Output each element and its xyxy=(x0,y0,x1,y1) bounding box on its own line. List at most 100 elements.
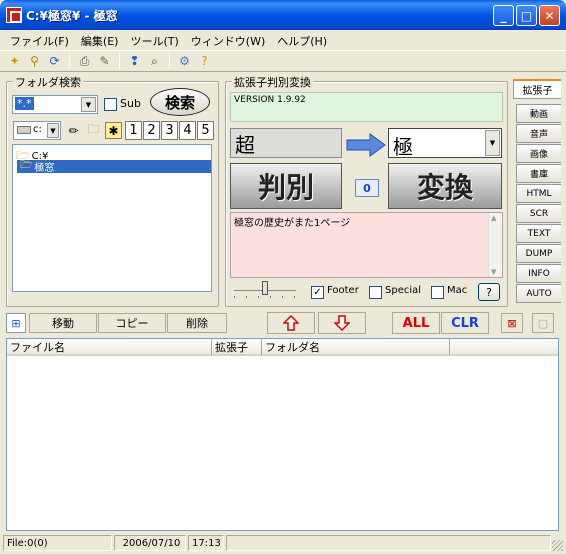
remove-icon[interactable]: ⊠ xyxy=(501,313,523,333)
menu-bar: ファイル(F) 編集(E) ツール(T) ウィンドウ(W) ヘルプ(H) xyxy=(0,30,566,50)
folder-icon[interactable]: 🗀 xyxy=(85,122,102,139)
version-display: VERSION 1.9.92 xyxy=(230,92,503,122)
tab-dump[interactable]: DUMP xyxy=(516,244,561,263)
chevron-down-icon[interactable]: ▼ xyxy=(485,130,500,156)
tab-strip: 拡張子 動画 音声 画像 書庫 HTML SCR TEXT DUMP INFO … xyxy=(513,79,561,307)
print-icon[interactable]: ⎙ xyxy=(76,53,93,70)
preview-icon[interactable]: ▢ xyxy=(532,313,554,333)
move-down-button[interactable] xyxy=(318,312,366,334)
help-button[interactable]: ? xyxy=(478,283,500,301)
scroll-up-icon[interactable]: ▲ xyxy=(491,214,496,222)
tab-auto[interactable]: AUTO xyxy=(516,284,561,303)
app-icon xyxy=(6,7,22,23)
menu-edit[interactable]: 編集(E) xyxy=(75,30,125,50)
preset-2-button[interactable]: 2 xyxy=(143,121,160,140)
chevron-down-icon[interactable]: ▼ xyxy=(81,97,96,112)
tab-video[interactable]: 動画 xyxy=(516,104,561,123)
tab-info[interactable]: INFO xyxy=(516,264,561,283)
toolbar-separator xyxy=(69,53,70,69)
special-checkbox[interactable] xyxy=(369,286,382,299)
tab-text[interactable]: TEXT xyxy=(516,224,561,243)
arrow-down-icon xyxy=(334,315,350,331)
window-title: C:¥極窓¥ - 極窓 xyxy=(26,9,118,23)
folder-tree[interactable]: 🗁 C:¥ 🗁 極窓 xyxy=(12,144,212,292)
add-icon[interactable]: ⊞ xyxy=(6,313,26,333)
judge-button[interactable]: 判別 xyxy=(230,163,342,209)
select-all-button[interactable]: ALL xyxy=(392,312,440,334)
preset-1-button[interactable]: 1 xyxy=(125,121,142,140)
status-files: File:0(0) xyxy=(3,535,112,551)
move-button[interactable]: 移動 xyxy=(29,313,97,333)
tab-html[interactable]: HTML xyxy=(516,184,561,203)
status-date: 2006/07/10 xyxy=(114,535,186,551)
settings-icon[interactable]: ⚙ xyxy=(176,53,193,70)
pattern-combo[interactable]: *.* ▼ xyxy=(12,95,98,114)
tab-extension[interactable]: 拡張子 xyxy=(513,79,561,99)
info-icon[interactable]: ❢ xyxy=(126,53,143,70)
preset-5-button[interactable]: 5 xyxy=(197,121,214,140)
tab-scr[interactable]: SCR xyxy=(516,204,561,223)
footer-checkbox[interactable]: ✓ xyxy=(311,286,324,299)
target-combo[interactable]: 極 ▼ xyxy=(388,128,502,159)
from-text: 超 xyxy=(230,128,342,158)
drive-combo[interactable]: c: ▼ xyxy=(13,121,61,140)
refresh-icon[interactable]: ⟳ xyxy=(46,53,63,70)
column-filename[interactable]: ファイル名 xyxy=(7,339,212,356)
chevron-down-icon[interactable]: ▼ xyxy=(47,123,59,138)
sub-checkbox[interactable] xyxy=(104,98,117,111)
menu-tools[interactable]: ツール(T) xyxy=(124,30,184,50)
tab-audio[interactable]: 音声 xyxy=(516,124,561,143)
file-list[interactable]: ファイル名 拡張子 フォルダ名 xyxy=(6,338,559,531)
arrow-right-icon xyxy=(346,133,386,157)
move-up-button[interactable] xyxy=(267,312,315,334)
tree-item-label: 極窓 xyxy=(34,163,55,174)
toolbar-separator xyxy=(119,53,120,69)
minimize-button[interactable]: _ xyxy=(493,5,514,26)
pencil-icon[interactable]: ✏ xyxy=(65,122,82,139)
resize-grip[interactable] xyxy=(552,540,563,551)
extension-panel-label: 拡張子判別変換 xyxy=(232,74,313,90)
memo-textarea[interactable]: 極窓の歴史がまた1ページ ▲ ▼ xyxy=(230,212,503,278)
find-icon[interactable]: ⌕ xyxy=(146,53,163,70)
memo-text: 極窓の歴史がまた1ページ xyxy=(234,218,351,229)
sub-label: Sub xyxy=(120,97,141,110)
maximize-button[interactable]: □ xyxy=(516,5,537,26)
edit-icon[interactable]: ✎ xyxy=(96,53,113,70)
column-folder[interactable]: フォルダ名 xyxy=(262,339,450,356)
star-icon[interactable]: ✱ xyxy=(105,122,122,139)
status-empty xyxy=(226,535,551,551)
search-icon[interactable]: ⚲ xyxy=(26,53,43,70)
close-button[interactable]: ✕ xyxy=(539,5,560,26)
copy-button[interactable]: コピー xyxy=(98,313,166,333)
footer-label: Footer xyxy=(327,285,359,296)
menu-help[interactable]: ヘルプ(H) xyxy=(271,30,333,50)
preset-4-button[interactable]: 4 xyxy=(179,121,196,140)
memo-scrollbar[interactable]: ▲ ▼ xyxy=(488,213,502,277)
convert-button[interactable]: 変換 xyxy=(388,163,502,209)
mac-label: Mac xyxy=(447,285,468,296)
tab-image[interactable]: 画像 xyxy=(516,144,561,163)
check-icon: ✓ xyxy=(313,286,322,298)
search-button[interactable]: 検索 xyxy=(150,88,210,116)
preset-3-button[interactable]: 3 xyxy=(161,121,178,140)
menu-file[interactable]: ファイル(F) xyxy=(4,30,75,50)
help-icon[interactable]: ? xyxy=(196,53,213,70)
new-icon[interactable]: ✦ xyxy=(6,53,23,70)
menu-window[interactable]: ウィンドウ(W) xyxy=(185,30,271,50)
tree-item-selected[interactable]: 🗁 極窓 xyxy=(17,160,211,174)
slider-thumb[interactable] xyxy=(262,281,268,295)
pattern-value: *.* xyxy=(15,97,34,110)
delete-button[interactable]: 削除 xyxy=(167,313,227,333)
mac-checkbox[interactable] xyxy=(431,286,444,299)
title-bar[interactable]: C:¥極窓¥ - 極窓 _ □ ✕ xyxy=(0,0,566,30)
tab-archive[interactable]: 書庫 xyxy=(516,164,561,183)
drive-icon xyxy=(17,126,31,134)
target-value: 極 xyxy=(393,135,413,159)
count-display: 0 xyxy=(355,179,379,197)
column-extension[interactable]: 拡張子 xyxy=(212,339,262,356)
arrow-up-icon xyxy=(283,315,299,331)
scroll-down-icon[interactable]: ▼ xyxy=(491,268,496,276)
column-empty xyxy=(450,339,558,356)
clear-button[interactable]: CLR xyxy=(441,312,489,334)
status-time: 17:13 xyxy=(188,535,224,551)
